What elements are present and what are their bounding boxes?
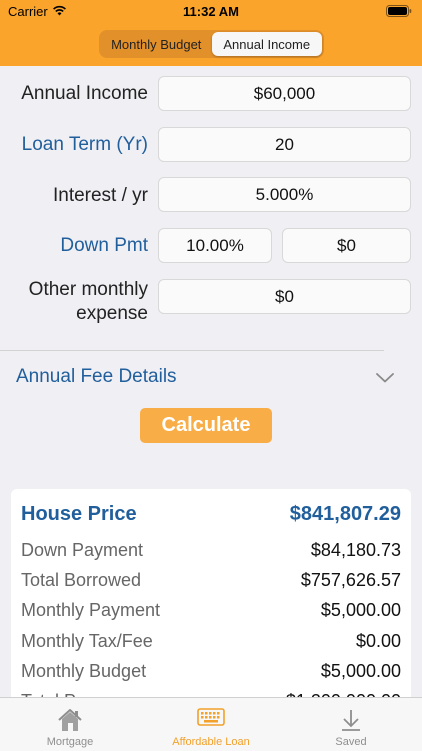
results-card: House Price $841,807.29 Down Payment $84… [11, 489, 411, 703]
other-expense-label-line2: expense [76, 303, 148, 324]
annual-income-field[interactable]: $60,000 [158, 76, 411, 111]
status-time: 11:32 AM [183, 4, 239, 19]
other-expense-field[interactable]: $0 [158, 279, 411, 314]
annual-income-label: Annual Income [21, 83, 148, 104]
result-label: Monthly Payment [21, 600, 161, 620]
house-price-label: House Price [21, 503, 137, 525]
other-expense-label: Other monthly expense [29, 278, 148, 326]
down-pmt-percent-field[interactable]: 10.00% [158, 228, 272, 263]
result-label: Monthly Tax/Fee [21, 631, 153, 651]
annual-fee-details-toggle[interactable]: Annual Fee Details [16, 366, 177, 388]
result-row-monthly-payment: Monthly Payment $5,000.00 [21, 600, 401, 624]
result-value: $757,626.57 [300, 570, 401, 590]
house-price-row: House Price $841,807.29 [21, 503, 401, 529]
header-bar: Carrier 11:32 AM Monthly Budget Annual I… [0, 0, 422, 66]
result-label: Down Payment [21, 540, 144, 560]
interest-label: Interest / yr [52, 185, 148, 206]
interest-field[interactable]: 5.000% [158, 177, 411, 212]
download-icon [281, 708, 421, 732]
segment-annual-income[interactable]: Annual Income [211, 32, 322, 56]
result-value: $5,000.00 [320, 600, 401, 620]
loan-term-field[interactable]: 20 [158, 127, 411, 162]
chevron-down-icon[interactable] [376, 370, 394, 388]
section-divider [0, 350, 384, 351]
down-pmt-amount-field[interactable]: $0 [282, 228, 411, 263]
down-pmt-label[interactable]: Down Pmt [60, 235, 148, 257]
result-row-total-borrowed: Total Borrowed $757,626.57 [21, 570, 401, 594]
other-expense-label-line1: Other monthly [28, 279, 148, 300]
result-value: $0.00 [355, 631, 401, 651]
battery-icon [386, 5, 412, 20]
mode-segmented-control: Monthly Budget Annual Income [99, 30, 324, 58]
result-row-monthly-budget: Monthly Budget $5,000.00 [21, 661, 401, 685]
keyboard-icon [141, 708, 281, 726]
house-icon [0, 708, 140, 732]
result-row-monthly-tax-fee: Monthly Tax/Fee $0.00 [21, 631, 401, 655]
tab-mortgage-label: Mortgage [46, 736, 94, 748]
tab-saved[interactable]: Saved [281, 698, 421, 751]
result-value: $84,180.73 [310, 540, 401, 560]
tab-affordable-loan-label: Affordable Loan [172, 736, 250, 748]
tab-mortgage[interactable]: Mortgage [0, 698, 140, 751]
result-label: Monthly Budget [21, 661, 147, 681]
status-bar: Carrier 11:32 AM [0, 0, 422, 22]
loan-term-label[interactable]: Loan Term (Yr) [22, 134, 148, 156]
tab-affordable-loan[interactable]: Affordable Loan [141, 698, 281, 751]
result-value: $5,000.00 [320, 661, 401, 681]
house-price-value: $841,807.29 [289, 503, 401, 525]
result-label: Total Borrowed [21, 570, 142, 590]
result-row-down-payment: Down Payment $84,180.73 [21, 540, 401, 564]
calculate-button[interactable]: Calculate [140, 408, 272, 443]
tab-saved-label: Saved [335, 736, 367, 748]
segment-monthly-budget[interactable]: Monthly Budget [101, 32, 212, 56]
tab-bar: Mortgage Affordable Loan Saved [0, 697, 422, 751]
